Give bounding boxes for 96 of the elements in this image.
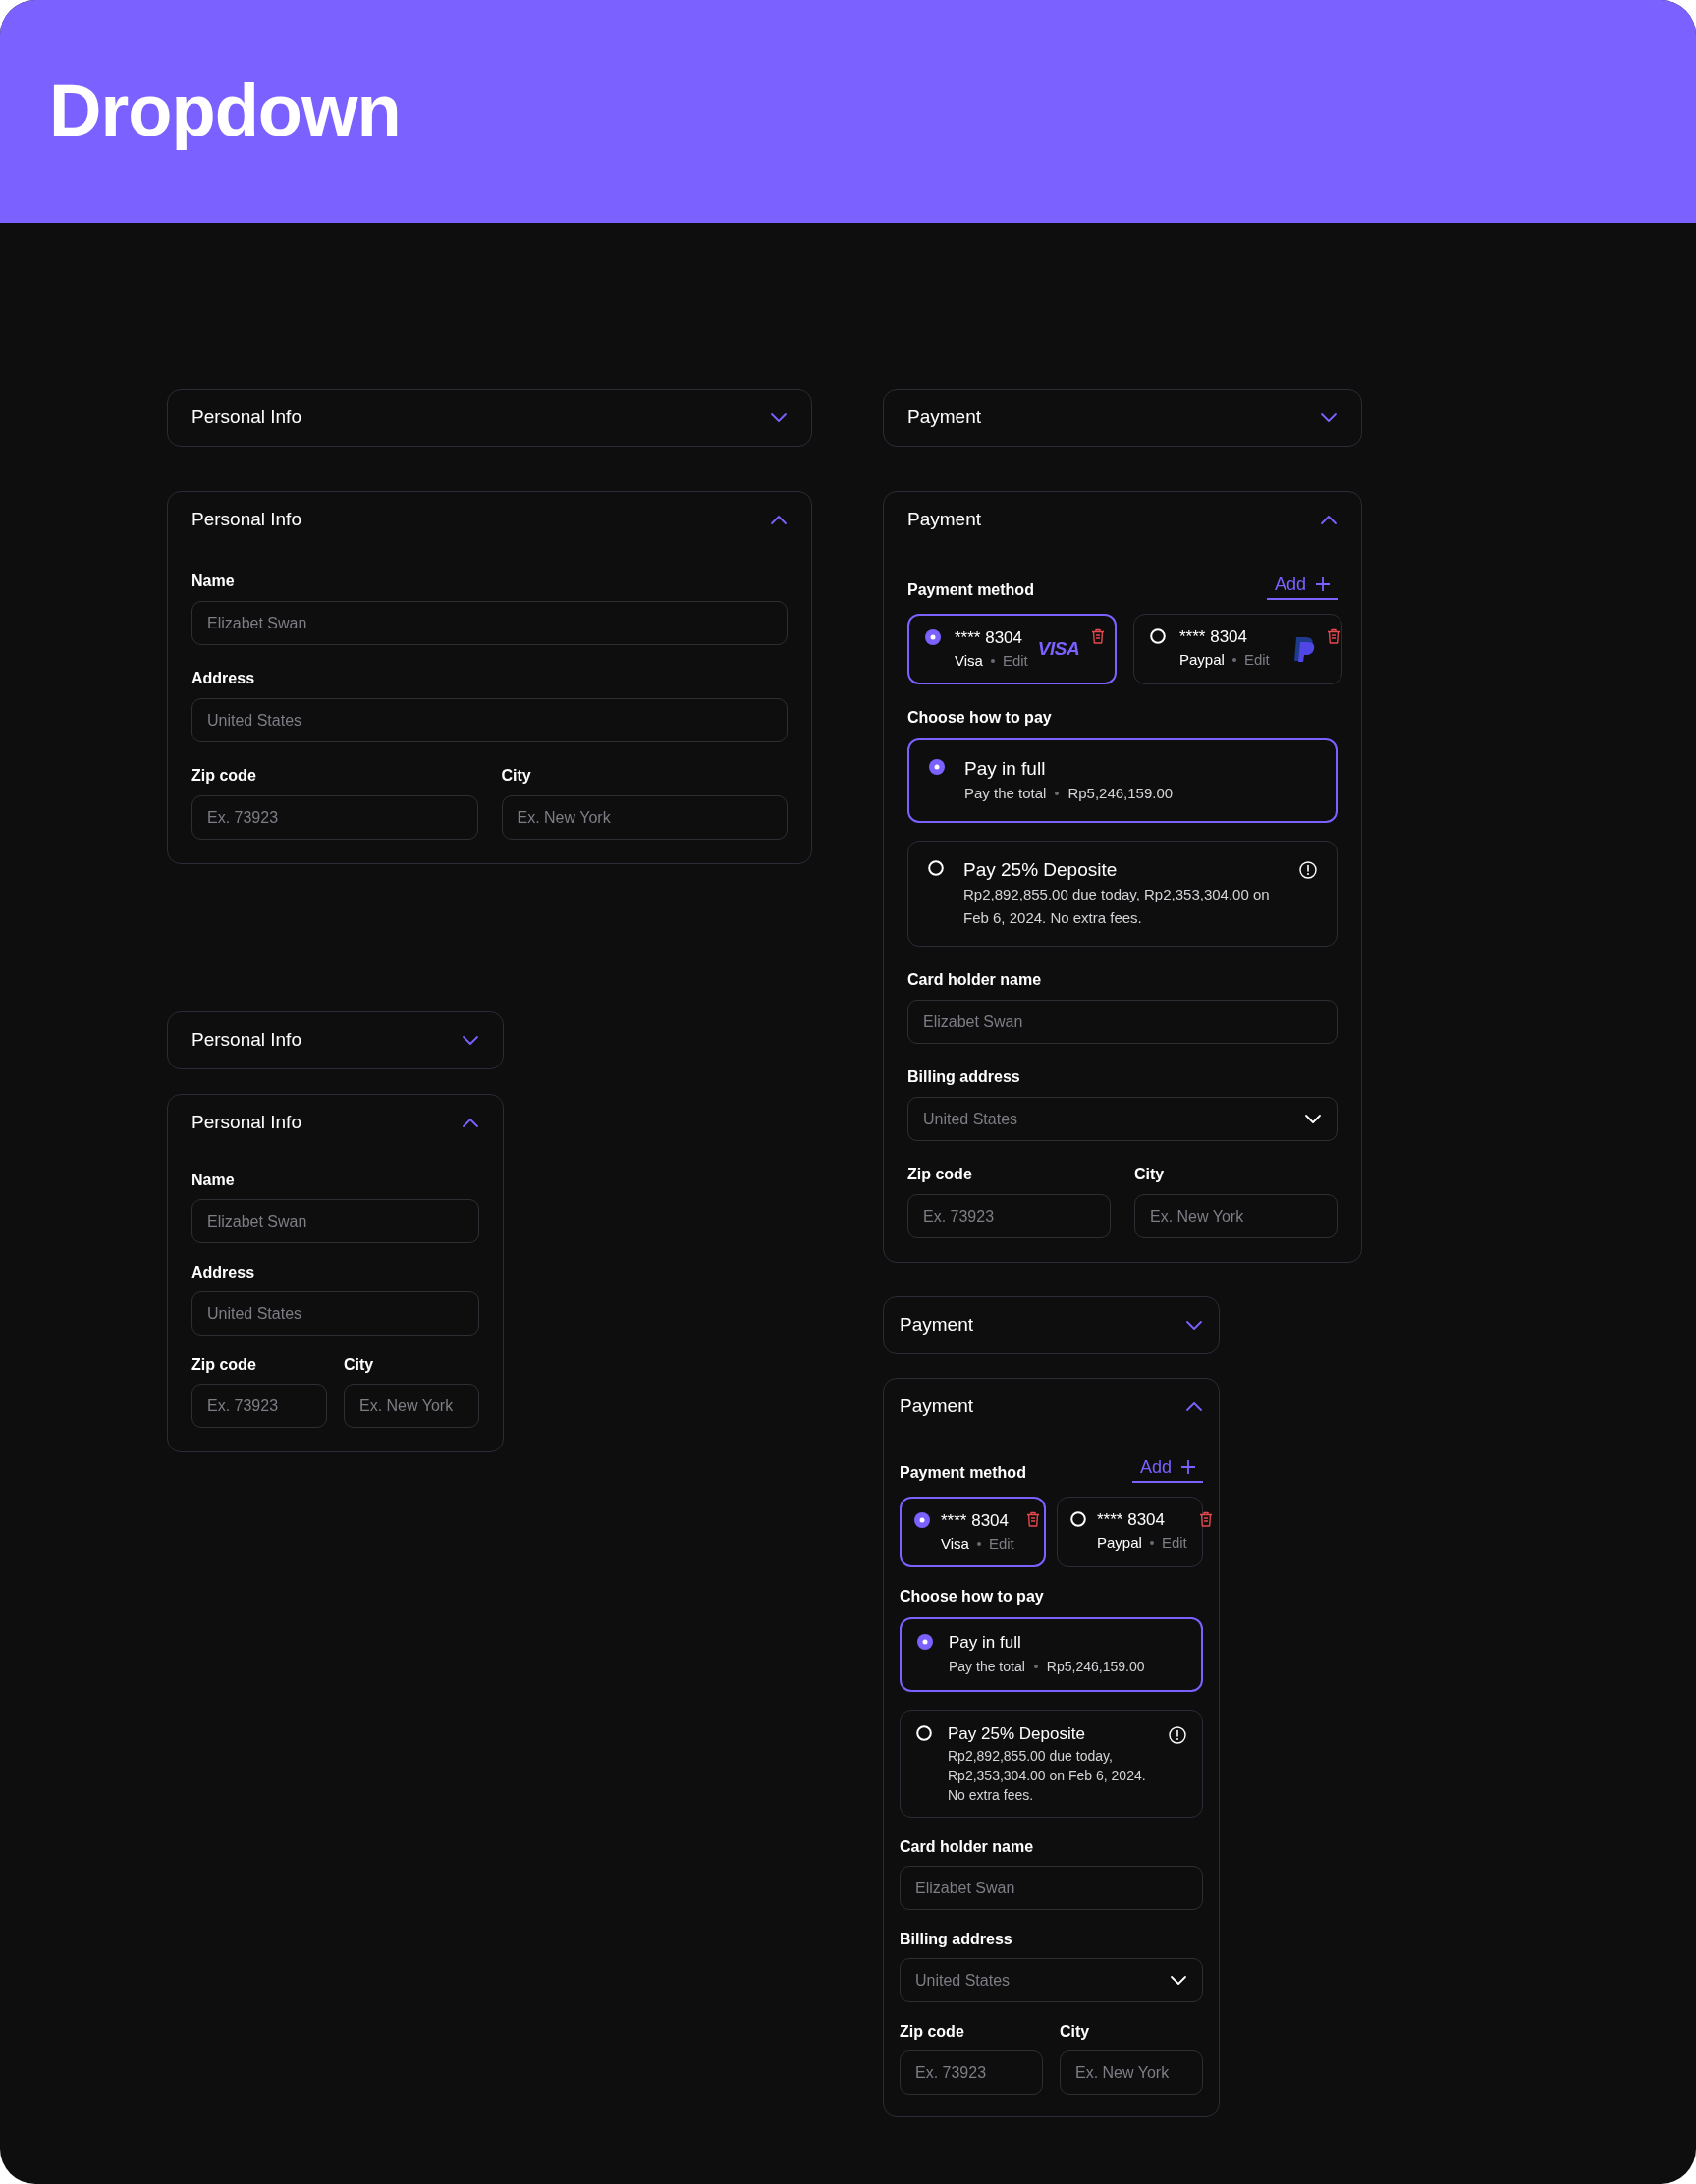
input-field[interactable]: Ex. 73923 bbox=[907, 1194, 1111, 1238]
add-link[interactable]: Add bbox=[1266, 573, 1338, 600]
trash-icon[interactable] bbox=[1198, 1511, 1213, 1527]
field-label: Billing address bbox=[900, 1930, 1013, 1949]
plus-icon bbox=[1316, 577, 1330, 591]
trash-icon[interactable] bbox=[1326, 628, 1340, 644]
option-title: Pay 25% Deposite bbox=[963, 858, 1119, 882]
radio-icon[interactable] bbox=[928, 860, 944, 876]
input-field[interactable]: Elizabet Swan bbox=[900, 1866, 1203, 1910]
payment-option[interactable]: Pay 25% Deposite Rp2,892,855.00 due today, Rp2,353,304.00 on Feb 6, 2024. No extra fees. bbox=[907, 841, 1338, 947]
payment-option[interactable]: Pay 25% Deposite Rp2,892,855.00 due today, Rp2,353,304.00 on Feb 6, 2024. No extra fees. bbox=[900, 1710, 1203, 1818]
field-label: Zip code bbox=[191, 1355, 257, 1375]
radio-icon[interactable] bbox=[916, 1725, 932, 1741]
accordion-header[interactable]: Payment bbox=[884, 1297, 1219, 1353]
option-detail: Pay the total bbox=[964, 784, 1047, 803]
card-type: Paypal bbox=[1179, 650, 1225, 670]
option-detail: Pay the total bbox=[949, 1658, 1025, 1676]
card-type: Visa bbox=[941, 1534, 969, 1554]
radio-selected-icon[interactable] bbox=[925, 629, 941, 645]
select-field[interactable]: United States bbox=[907, 1097, 1338, 1141]
card-logo: VISA bbox=[1037, 636, 1080, 661]
field-label: Address bbox=[191, 1263, 256, 1283]
section-label: Payment method bbox=[900, 1463, 1026, 1483]
input-field[interactable]: Ex. New York bbox=[501, 795, 788, 840]
input-field[interactable]: Ex. 73923 bbox=[191, 1384, 327, 1428]
edit-link[interactable]: Edit bbox=[1002, 650, 1028, 672]
option-title: Pay in full bbox=[949, 1632, 1022, 1654]
plus-icon bbox=[1181, 1460, 1195, 1474]
field-label: Zip code bbox=[191, 766, 257, 786]
info-icon[interactable] bbox=[1299, 861, 1317, 879]
trash-icon[interactable] bbox=[1091, 628, 1106, 644]
edit-link[interactable]: Edit bbox=[988, 1533, 1014, 1555]
card-number: **** 8304 bbox=[941, 1510, 1010, 1532]
info-icon[interactable] bbox=[1169, 1726, 1186, 1744]
field-label: City bbox=[501, 766, 532, 786]
card-type: Paypal bbox=[1097, 1533, 1142, 1553]
section-label: Choose how to pay bbox=[907, 708, 1053, 728]
option-detail: Rp2,892,855.00 due today, Rp2,353,304.00 on Feb 6, 2024. No extra fees. bbox=[963, 885, 1271, 928]
field-label: City bbox=[1134, 1165, 1166, 1184]
input-field[interactable]: Elizabet Swan bbox=[191, 601, 788, 645]
edit-link[interactable]: Edit bbox=[1161, 1532, 1187, 1554]
chevron-down-icon bbox=[1304, 1114, 1322, 1124]
section-label: Payment method bbox=[907, 580, 1034, 600]
option-title: Pay in full bbox=[964, 757, 1047, 781]
radio-icon[interactable] bbox=[1070, 1511, 1086, 1527]
accordion-header[interactable]: Personal Info bbox=[168, 390, 811, 446]
field-label: City bbox=[344, 1355, 375, 1375]
input-field[interactable]: Elizabet Swan bbox=[191, 1199, 479, 1243]
accordion-header[interactable]: Personal Info bbox=[168, 1095, 503, 1151]
radio-selected-icon[interactable] bbox=[914, 1512, 930, 1528]
input-field[interactable]: Elizabet Swan bbox=[907, 1000, 1338, 1044]
card-number: **** 8304 bbox=[1179, 627, 1248, 648]
field-label: Address bbox=[191, 669, 256, 688]
field-label: Card holder name bbox=[907, 970, 1043, 990]
input-field[interactable]: Ex. New York bbox=[1060, 2050, 1203, 2095]
field-label: Billing address bbox=[907, 1067, 1021, 1087]
card-type: Visa bbox=[955, 651, 983, 671]
option-amount: Rp5,246,159.00 bbox=[1046, 1658, 1145, 1676]
add-link[interactable]: Add bbox=[1131, 1456, 1203, 1483]
accordion-header[interactable]: Payment bbox=[884, 1379, 1219, 1435]
card-number: **** 8304 bbox=[1097, 1509, 1166, 1531]
edit-link[interactable]: Edit bbox=[1243, 649, 1270, 671]
input-field[interactable]: Ex. 73923 bbox=[900, 2050, 1043, 2095]
field-label: Zip code bbox=[907, 1165, 973, 1184]
radio-selected-icon[interactable] bbox=[929, 759, 945, 775]
payment-option[interactable]: Pay in full Pay the total Rp5,246,159.00 bbox=[900, 1617, 1203, 1692]
field-label: City bbox=[1060, 2022, 1091, 2042]
payment-method-card[interactable]: **** 8304 Paypal Edit bbox=[1057, 1497, 1203, 1567]
logo-icon bbox=[1292, 635, 1315, 663]
accordion-header[interactable]: Personal Info bbox=[168, 492, 811, 548]
field-label: Name bbox=[191, 1171, 236, 1190]
select-field[interactable]: United States bbox=[900, 1958, 1203, 2002]
section-label: Choose how to pay bbox=[900, 1587, 1045, 1607]
option-title: Pay 25% Deposite bbox=[948, 1723, 1086, 1745]
field-label: Card holder name bbox=[900, 1837, 1035, 1857]
payment-method-card[interactable]: **** 8304 Visa Edit bbox=[900, 1497, 1046, 1567]
accordion-header[interactable]: Payment bbox=[884, 390, 1361, 446]
accordion-header[interactable]: Payment bbox=[884, 492, 1361, 548]
input-field[interactable]: Ex. New York bbox=[1134, 1194, 1338, 1238]
payment-method-card[interactable]: **** 8304 Paypal Edit bbox=[1133, 614, 1342, 684]
trash-icon[interactable] bbox=[1025, 1511, 1040, 1527]
input-field[interactable]: United States bbox=[191, 698, 788, 742]
input-field[interactable]: Ex. 73923 bbox=[191, 795, 478, 840]
payment-option[interactable]: Pay in full Pay the total Rp5,246,159.00 bbox=[907, 738, 1338, 823]
input-field[interactable]: Ex. New York bbox=[344, 1384, 479, 1428]
option-amount: Rp5,246,159.00 bbox=[1067, 784, 1174, 803]
option-detail: Rp2,892,855.00 due today, Rp2,353,304.00 on Feb 6, 2024. No extra fees. bbox=[948, 1747, 1147, 1805]
input-field[interactable]: United States bbox=[191, 1291, 479, 1336]
card-number: **** 8304 bbox=[955, 628, 1023, 649]
field-label: Name bbox=[191, 572, 236, 591]
page-title: Dropdown bbox=[49, 69, 401, 154]
field-label: Zip code bbox=[900, 2022, 965, 2042]
radio-icon[interactable] bbox=[1150, 628, 1166, 644]
chevron-down-icon bbox=[1170, 1975, 1187, 1986]
accordion-header[interactable]: Personal Info bbox=[168, 1012, 503, 1068]
radio-selected-icon[interactable] bbox=[917, 1634, 933, 1650]
